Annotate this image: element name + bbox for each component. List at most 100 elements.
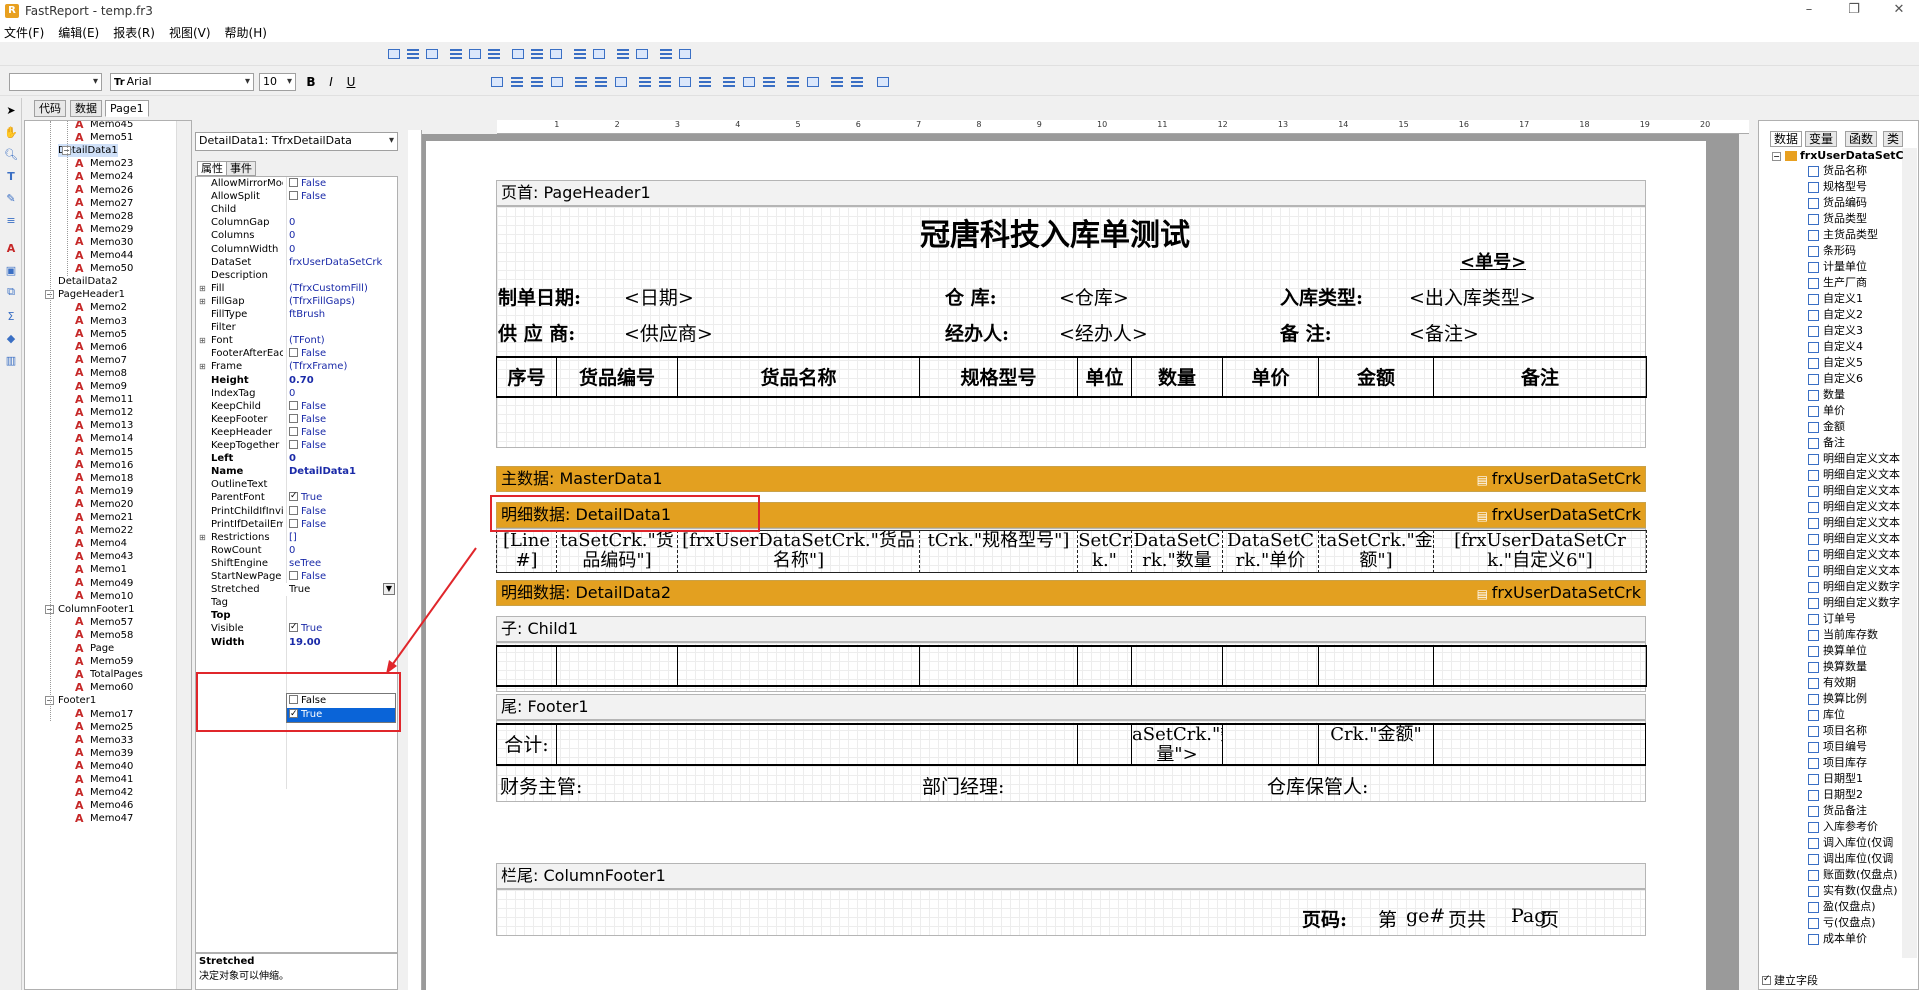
object-inspector[interactable]: AllowMirrorMode False AllowSplit False Child… <box>195 176 398 953</box>
tree-node-14[interactable]: A Memo2 <box>75 301 127 314</box>
field-item-32[interactable]: 有效期 <box>1808 675 1856 691</box>
toolbar-button-7-icon[interactable] <box>528 46 546 62</box>
prop-row-filter[interactable]: Filter <box>196 321 397 334</box>
detail1-cell-2[interactable]: [frxUserDataSetCrk."货品名称"] <box>677 530 920 573</box>
tree-node-48[interactable]: A Memo39 <box>75 747 133 760</box>
report-tree[interactable]: A Memo45 A Memo51 DetailData1− A Memo23 A Memo24… <box>24 120 192 990</box>
picture-tool-icon[interactable]: ▣ <box>3 262 19 278</box>
prop-checkbox[interactable] <box>289 348 298 358</box>
field-item-25[interactable]: 明细自定义文本 <box>1808 563 1900 579</box>
tree-node-40[interactable]: A Page <box>75 642 114 655</box>
detail1-cell-0[interactable]: [Line#] <box>496 530 557 573</box>
tree-scrollbar[interactable] <box>176 121 191 989</box>
tree-node-8[interactable]: A Memo29 <box>75 223 133 236</box>
prop-checkbox[interactable] <box>289 400 298 410</box>
barcode-tool-icon[interactable]: ▥ <box>3 352 19 368</box>
prop-row-printchildifinvisible[interactable]: PrintChildIfInvisible False <box>196 505 397 518</box>
tree-node-24[interactable]: A Memo14 <box>75 432 133 445</box>
detail1-cell-5[interactable]: DataSetCrk."数量 <box>1131 530 1223 573</box>
prop-row-visible[interactable]: Visible True <box>196 622 397 635</box>
format-button-18-icon[interactable] <box>874 74 892 90</box>
tree-node-21[interactable]: A Memo11 <box>75 393 133 406</box>
bold-button[interactable]: B <box>302 74 320 90</box>
field-item-7[interactable]: 生产厂商 <box>1808 275 1867 291</box>
format-button-10-icon[interactable] <box>696 74 714 90</box>
menu-item-4[interactable]: 帮助(H) <box>225 24 267 41</box>
tree-node-27[interactable]: A Memo18 <box>75 472 133 485</box>
field-item-48[interactable]: 成本单价 <box>1808 931 1867 947</box>
field-item-44[interactable]: 账面数(仅盘点) <box>1808 867 1898 883</box>
field-item-26[interactable]: 明细自定义数字 <box>1808 579 1900 595</box>
detail1-cell-6[interactable]: DataSetCrk."单价 <box>1222 530 1319 573</box>
right-tab-2[interactable]: 函数 <box>1845 131 1878 147</box>
prop-row-outlinetext[interactable]: OutlineText <box>196 478 397 491</box>
tree-node-11[interactable]: A Memo50 <box>75 262 133 275</box>
prop-checkbox[interactable] <box>289 191 298 201</box>
format-painter-icon[interactable]: ✎ <box>3 190 19 206</box>
tree-node-17[interactable]: A Memo6 <box>75 341 127 354</box>
field-item-24[interactable]: 明细自定义文本 <box>1808 547 1900 563</box>
field-item-23[interactable]: 明细自定义文本 <box>1808 531 1900 547</box>
tree-node-50[interactable]: A Memo41 <box>75 773 133 786</box>
tree-node-36[interactable]: A Memo10 <box>75 590 133 603</box>
format-button-4-icon[interactable] <box>572 74 590 90</box>
format-button-16-icon[interactable] <box>828 74 846 90</box>
prop-row-filltype[interactable]: FillType ftBrush <box>196 308 397 321</box>
prop-row-keepfooter[interactable]: KeepFooter False <box>196 413 397 426</box>
toolbar-button-5-icon[interactable] <box>485 46 503 62</box>
detail1-cell-3[interactable]: tCrk."规格型号"] <box>919 530 1078 573</box>
toolbar-button-4-icon[interactable] <box>466 46 484 62</box>
right-tab-0[interactable]: 数据 <box>1770 131 1803 147</box>
field-item-18[interactable]: 明细自定义文本 <box>1808 451 1900 467</box>
inspector-tab-1[interactable]: 事件 <box>226 161 256 176</box>
font-combo[interactable]: Tr Arial <box>110 73 254 91</box>
prop-checkbox[interactable] <box>289 440 298 449</box>
field-item-47[interactable]: 亏(仅盘点) <box>1808 915 1876 931</box>
font-size-combo[interactable]: 10 <box>259 73 296 91</box>
tree-node-31[interactable]: A Memo22 <box>75 524 133 537</box>
subreport-tool-icon[interactable]: ⧉ <box>3 284 19 300</box>
tree-node-39[interactable]: A Memo58 <box>75 629 133 642</box>
tree-node-15[interactable]: A Memo3 <box>75 315 127 328</box>
restore-icon[interactable]: ❐ <box>1834 0 1874 22</box>
right-tab-1[interactable]: 变量 <box>1805 131 1838 147</box>
band-masterdata1[interactable]: 主数据: MasterData1 frxUserDataSetCrk <box>496 466 1646 492</box>
tree-node-43[interactable]: A Memo60 <box>75 681 133 694</box>
zoom-tool-icon[interactable]: 🔍︎ <box>3 146 19 162</box>
underline-button[interactable]: U <box>342 74 360 90</box>
toolbar-button-8-icon[interactable] <box>547 46 565 62</box>
toolbar-button-1-icon[interactable] <box>404 46 422 62</box>
tree-node-45[interactable]: A Memo17 <box>75 708 133 721</box>
field-item-22[interactable]: 明细自定义文本 <box>1808 515 1900 531</box>
field-item-43[interactable]: 调出库位(仅调 <box>1808 851 1893 867</box>
field-item-39[interactable]: 日期型2 <box>1808 787 1863 803</box>
prop-row-fill[interactable]: ⊞ Fill (TfrxCustomFill) <box>196 282 397 295</box>
data-root[interactable]: − frxUserDataSetC <box>1772 148 1904 164</box>
prop-row-keeptogether[interactable]: KeepTogether False <box>196 439 397 452</box>
tree-node-13[interactable]: PageHeader1 <box>58 288 125 301</box>
detail1-cell-8[interactable]: [frxUserDataSetCrk."自定义6"] <box>1433 530 1647 573</box>
field-item-42[interactable]: 调入库位(仅调 <box>1808 835 1893 851</box>
field-item-45[interactable]: 实有数(仅盘点) <box>1808 883 1898 899</box>
prop-row-columnwidth[interactable]: ColumnWidth 0 <box>196 243 397 256</box>
menu-item-0[interactable]: 文件(F) <box>4 24 44 41</box>
format-button-14-icon[interactable] <box>784 74 802 90</box>
prop-checkbox[interactable] <box>289 622 298 634</box>
total-qty[interactable]: aSetCrk."数量"> <box>1131 723 1223 766</box>
prop-row-child[interactable]: Child <box>196 203 397 216</box>
toolbar-button-13-icon[interactable] <box>657 46 675 62</box>
field-item-46[interactable]: 盈(仅盘点) <box>1808 899 1876 915</box>
format-button-9-icon[interactable] <box>676 74 694 90</box>
field-item-28[interactable]: 订单号 <box>1808 611 1856 627</box>
select-tool-icon[interactable]: ➤ <box>3 102 19 118</box>
field-item-13[interactable]: 自定义6 <box>1808 371 1863 387</box>
tree-node-32[interactable]: A Memo4 <box>75 537 127 550</box>
detail1-cell-4[interactable]: SetCrk." <box>1077 530 1132 573</box>
toolbar-button-14-icon[interactable] <box>676 46 694 62</box>
format-button-1-icon[interactable] <box>508 74 526 90</box>
tree-node-46[interactable]: A Memo25 <box>75 721 133 734</box>
field-item-3[interactable]: 货品类型 <box>1808 211 1867 227</box>
tree-node-53[interactable]: A Memo47 <box>75 812 133 825</box>
prop-row-dataset[interactable]: DataSet frxUserDataSetCrk <box>196 256 397 269</box>
field-item-30[interactable]: 换算单位 <box>1808 643 1867 659</box>
